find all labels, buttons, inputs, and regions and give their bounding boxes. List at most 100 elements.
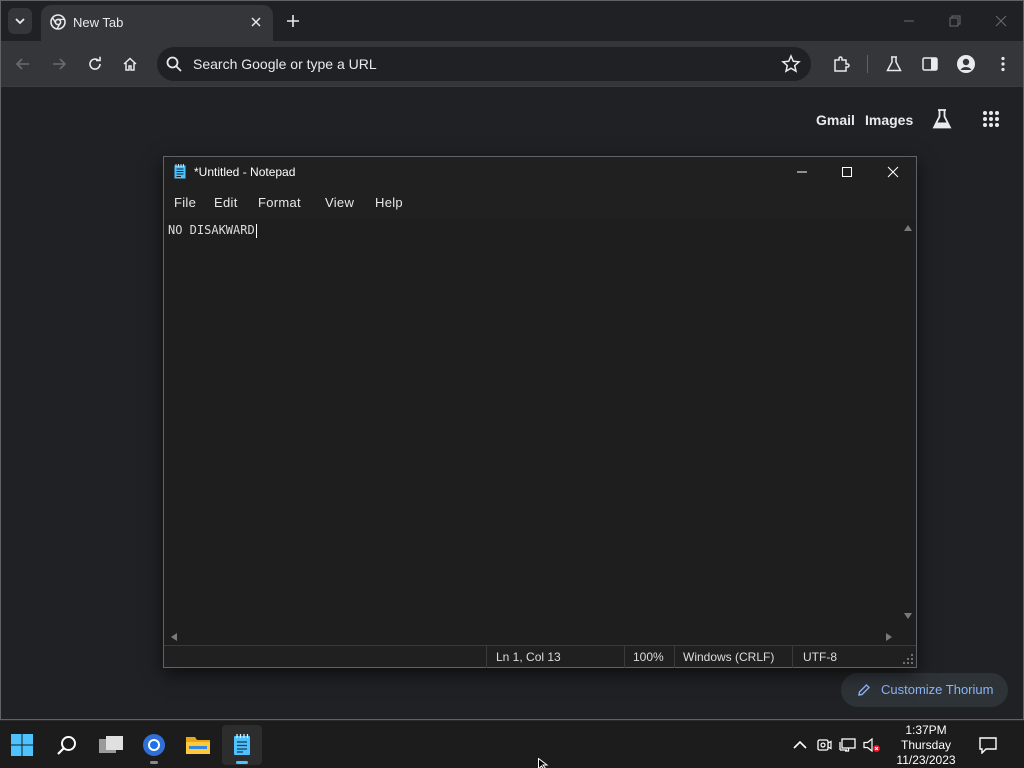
notepad-app-icon — [234, 734, 250, 755]
tab-close-button[interactable] — [247, 13, 265, 31]
forward-button[interactable] — [46, 51, 72, 77]
search-icon — [57, 736, 76, 755]
search-icon — [166, 56, 182, 72]
status-zoom: 100% — [633, 650, 664, 664]
side-panel-button[interactable] — [917, 51, 943, 77]
tab-new-tab[interactable]: New Tab — [41, 5, 273, 41]
notepad-minimize-button[interactable] — [779, 157, 825, 187]
mouse-cursor-icon — [538, 758, 549, 768]
omnibox[interactable]: Search Google or type a URL — [157, 47, 811, 81]
notepad-title-bar[interactable]: *Untitled - Notepad — [164, 157, 916, 187]
status-line-ending: Windows (CRLF) — [683, 650, 775, 664]
apps-grid-icon — [983, 111, 999, 127]
editor-text: NO DISAKWARD — [168, 223, 255, 237]
notification-center-button[interactable] — [978, 735, 998, 755]
reload-icon — [89, 56, 101, 70]
browser-menu-button[interactable] — [990, 51, 1016, 77]
running-indicator — [150, 761, 158, 764]
pencil-icon — [858, 684, 870, 696]
browser-restore-button[interactable] — [940, 9, 970, 33]
menu-file[interactable]: File — [174, 195, 196, 210]
taskbar-clock[interactable]: 1:37PM Thursday 11/23/2023 — [888, 723, 964, 768]
toolbar-divider — [867, 55, 868, 73]
chrome-icon — [50, 14, 66, 30]
tab-search-button[interactable] — [8, 8, 32, 34]
customize-label: Customize Thorium — [881, 682, 994, 697]
status-encoding: UTF-8 — [803, 650, 837, 664]
chevron-up-icon — [793, 740, 807, 749]
clock-date: 11/23/2023 — [896, 753, 956, 767]
scroll-down-icon[interactable] — [904, 613, 912, 619]
clock-day: Thursday — [900, 738, 952, 752]
extensions-button[interactable] — [828, 51, 854, 77]
menu-view[interactable]: View — [325, 195, 354, 210]
gmail-link[interactable]: Gmail — [816, 112, 855, 128]
clock-time: 1:37PM — [905, 723, 947, 737]
browser-toolbar: Search Google or type a URL — [1, 41, 1023, 87]
taskbar: 1:37PM Thursday 11/23/2023 — [0, 720, 1024, 768]
home-button[interactable] — [117, 51, 143, 77]
taskbar-search-button[interactable] — [47, 725, 87, 765]
notepad-status-bar: Ln 1, Col 13 100% Windows (CRLF) UTF-8 — [164, 645, 916, 668]
profile-button[interactable] — [953, 51, 979, 77]
menu-edit[interactable]: Edit — [214, 195, 238, 210]
notepad-close-button[interactable] — [870, 157, 916, 187]
menu-format[interactable]: Format — [258, 195, 301, 210]
scroll-left-icon[interactable] — [171, 633, 177, 641]
horizontal-scrollbar[interactable] — [164, 629, 916, 645]
menu-help[interactable]: Help — [375, 195, 403, 210]
arrow-right-icon — [53, 58, 67, 70]
tray-network-icon[interactable] — [838, 735, 858, 755]
minimize-icon — [904, 20, 914, 22]
browser-minimize-button[interactable] — [894, 9, 924, 33]
notepad-app-icon — [174, 164, 186, 179]
tray-volume-icon[interactable] — [862, 735, 882, 755]
task-view-button[interactable] — [91, 725, 131, 765]
flask-icon — [932, 109, 952, 129]
notification-icon — [979, 737, 997, 754]
scroll-up-icon[interactable] — [904, 225, 912, 231]
taskbar-app-file-explorer[interactable] — [178, 725, 218, 765]
volume-muted-icon — [863, 737, 880, 753]
avatar-icon — [957, 55, 975, 73]
network-icon — [839, 738, 856, 752]
bookmark-star-icon[interactable] — [781, 54, 801, 74]
customize-thorium-button[interactable]: Customize Thorium — [841, 673, 1008, 707]
reload-button[interactable] — [82, 51, 108, 77]
tray-meet-icon[interactable] — [814, 735, 834, 755]
windows-logo-icon — [11, 734, 33, 756]
home-icon — [123, 57, 137, 71]
omnibox-placeholder: Search Google or type a URL — [193, 56, 377, 72]
taskbar-app-browser[interactable] — [134, 725, 174, 765]
resize-grip-icon[interactable] — [902, 653, 914, 665]
browser-close-button[interactable] — [986, 9, 1016, 33]
arrow-left-icon — [15, 58, 29, 70]
chevron-down-icon — [15, 18, 25, 25]
notepad-title: *Untitled - Notepad — [194, 165, 296, 179]
labs-button[interactable] — [881, 51, 907, 77]
tab-title: New Tab — [73, 15, 124, 30]
scroll-right-icon[interactable] — [886, 633, 892, 641]
labs-link[interactable] — [929, 106, 955, 132]
side-panel-icon — [922, 57, 938, 71]
status-cursor-position: Ln 1, Col 13 — [496, 650, 561, 664]
status-divider — [792, 646, 793, 668]
tray-overflow-button[interactable] — [790, 735, 810, 755]
editor-line: NO DISAKWARD — [168, 223, 257, 238]
vertical-scrollbar[interactable] — [900, 219, 916, 629]
status-divider — [486, 646, 487, 668]
tab-strip: New Tab — [1, 1, 1023, 41]
text-caret — [255, 223, 257, 238]
status-divider — [624, 646, 625, 668]
back-button[interactable] — [10, 51, 36, 77]
task-view-icon — [99, 736, 123, 753]
start-button[interactable] — [2, 725, 42, 765]
camera-icon — [817, 739, 832, 751]
images-link[interactable]: Images — [865, 112, 913, 128]
notepad-maximize-button[interactable] — [824, 157, 870, 187]
apps-button[interactable] — [978, 106, 1004, 132]
taskbar-app-notepad[interactable] — [222, 725, 262, 765]
thorium-browser-icon — [143, 734, 165, 756]
new-tab-button[interactable] — [283, 11, 303, 31]
notepad-text-area[interactable]: NO DISAKWARD — [164, 219, 900, 629]
